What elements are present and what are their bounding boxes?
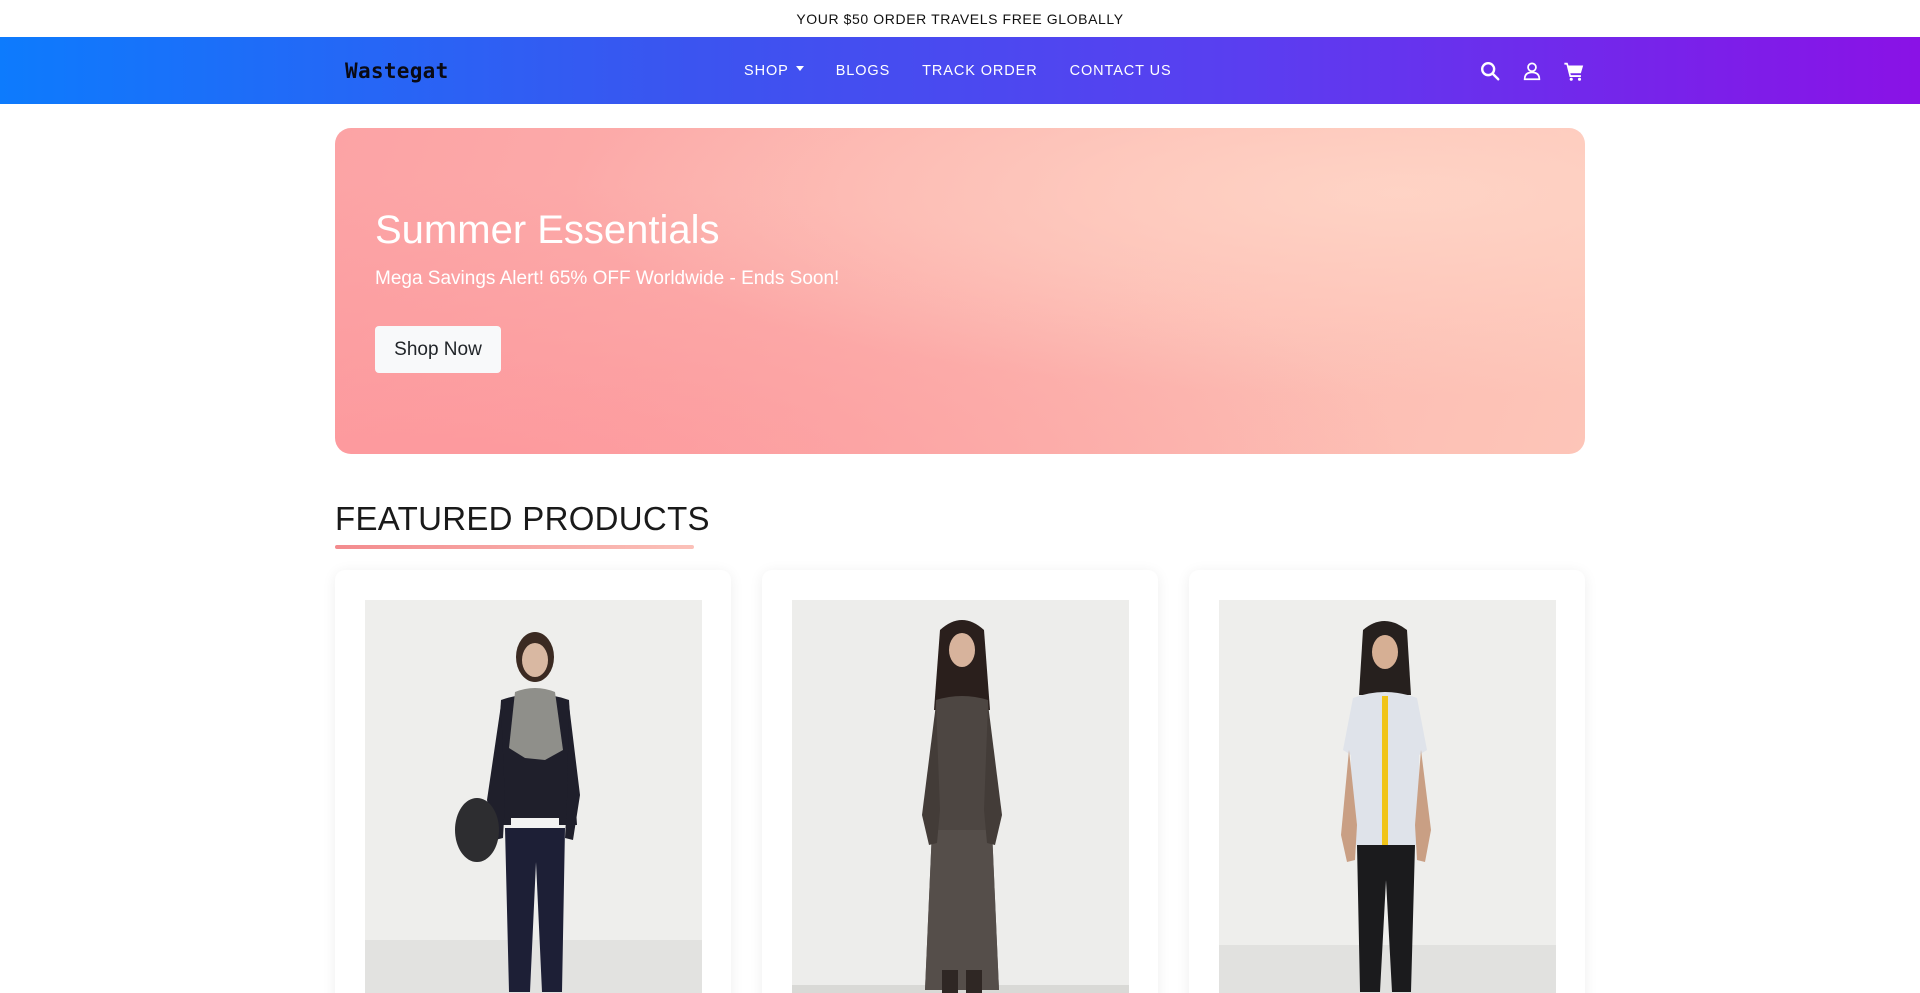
announcement-text: YOUR $50 ORDER TRAVELS FREE GLOBALLY xyxy=(796,10,1124,27)
main-navbar: Wastegat SHOP BLOGS TRACK ORDER CONTACT … xyxy=(0,37,1920,104)
nav-item-track-order[interactable]: TRACK ORDER xyxy=(922,63,1037,79)
product-card[interactable] xyxy=(335,570,731,993)
nav-icons xyxy=(1478,37,1604,104)
product-card[interactable] xyxy=(762,570,1158,993)
product-image[interactable] xyxy=(792,600,1129,993)
nav-links: SHOP BLOGS TRACK ORDER CONTACT US xyxy=(744,37,1204,104)
product-card[interactable] xyxy=(1189,570,1585,993)
nav-item-blogs[interactable]: BLOGS xyxy=(836,63,890,79)
search-icon[interactable] xyxy=(1478,59,1502,83)
hero-title: Summer Essentials xyxy=(375,208,720,252)
cart-icon[interactable] xyxy=(1562,59,1586,83)
nav-item-label: TRACK ORDER xyxy=(922,62,1038,79)
featured-products-title: FEATURED PRODUCTS xyxy=(335,500,710,537)
product-image[interactable] xyxy=(365,600,702,993)
nav-item-label: BLOGS xyxy=(835,62,891,79)
site-logo[interactable]: Wastegat xyxy=(345,59,449,83)
nav-item-contact-us[interactable]: CONTACT US xyxy=(1070,63,1172,79)
nav-item-shop[interactable]: SHOP xyxy=(744,63,804,79)
nav-item-label: SHOP xyxy=(744,62,789,79)
user-icon[interactable] xyxy=(1520,59,1544,83)
title-underline xyxy=(335,545,694,549)
hero-subtitle: Mega Savings Alert! 65% OFF Worldwide - … xyxy=(375,268,840,289)
nav-item-label: CONTACT US xyxy=(1069,62,1172,79)
shop-now-button[interactable]: Shop Now xyxy=(375,326,501,373)
caret-down-icon xyxy=(795,66,804,71)
announcement-bar: YOUR $50 ORDER TRAVELS FREE GLOBALLY xyxy=(0,0,1920,37)
hero-banner: Summer Essentials Mega Savings Alert! 65… xyxy=(335,128,1585,454)
product-image[interactable] xyxy=(1219,600,1556,993)
